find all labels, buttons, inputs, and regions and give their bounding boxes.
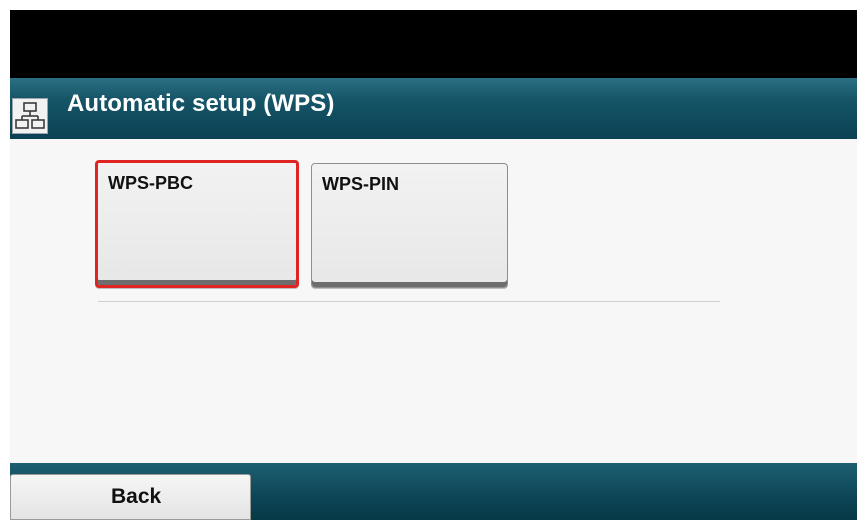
wps-pin-label: WPS-PIN bbox=[322, 174, 400, 194]
wps-pin-button[interactable]: WPS-PIN bbox=[311, 163, 508, 288]
content-area: WPS-PBC WPS-PIN bbox=[10, 139, 857, 463]
network-icon bbox=[12, 98, 48, 134]
device-screen: Automatic setup (WPS) WPS-PBC WPS-PIN Ba… bbox=[10, 10, 857, 520]
wps-pbc-label: WPS-PBC bbox=[108, 173, 193, 193]
title-bar: Automatic setup (WPS) bbox=[10, 78, 857, 139]
page-title: Automatic setup (WPS) bbox=[67, 90, 335, 117]
footer-bar: Back bbox=[10, 463, 857, 520]
back-button[interactable]: Back bbox=[10, 474, 251, 520]
back-button-label: Back bbox=[111, 485, 162, 508]
divider bbox=[98, 301, 720, 302]
wps-pbc-button[interactable]: WPS-PBC bbox=[95, 160, 299, 288]
